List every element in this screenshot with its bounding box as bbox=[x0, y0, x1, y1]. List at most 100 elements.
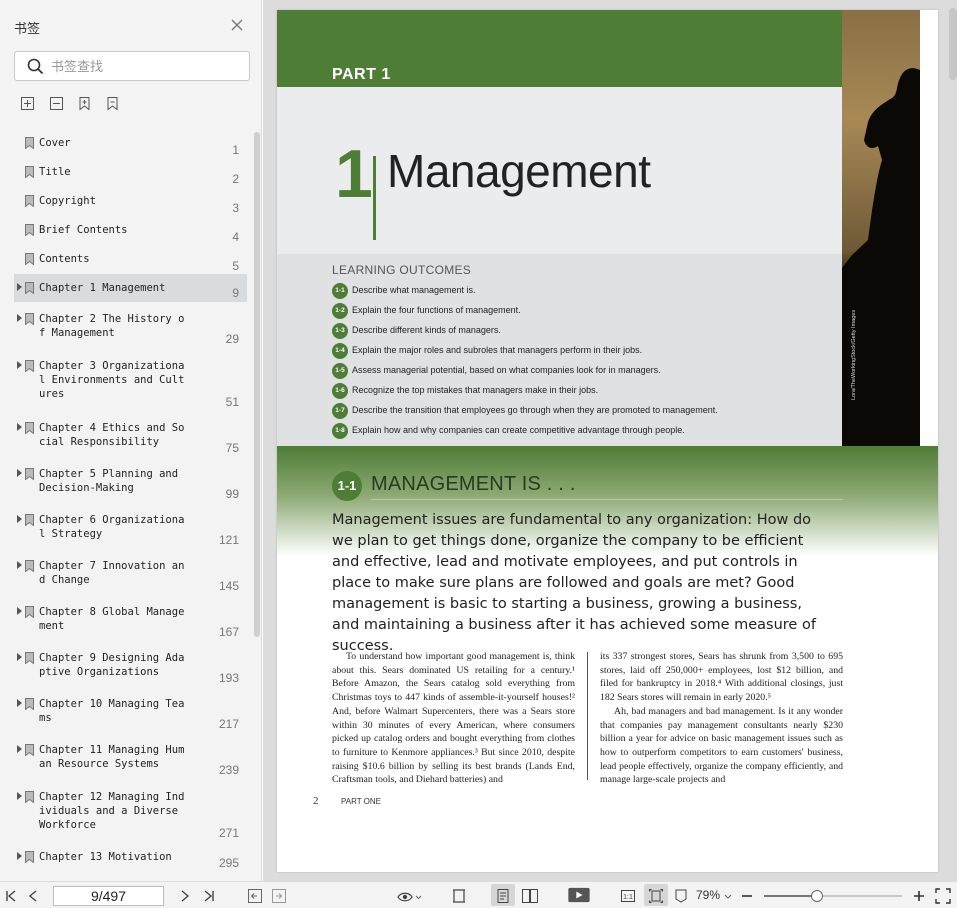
bookmark-item[interactable]: Chapter 7 Innovation and Change 145 bbox=[14, 552, 247, 598]
slideshow-icon[interactable] bbox=[566, 887, 592, 903]
outcome-number-badge: 1-6 bbox=[332, 383, 348, 399]
footer-page-number: 2 bbox=[313, 795, 319, 807]
last-page-icon[interactable] bbox=[203, 888, 215, 904]
part-label: PART 1 bbox=[332, 66, 391, 83]
expand-all-icon[interactable] bbox=[20, 96, 35, 111]
bookmark-item[interactable]: Chapter 5 Planning and Decision-Making 99 bbox=[14, 460, 247, 506]
chapter-title: Management bbox=[387, 145, 651, 197]
actual-size-icon[interactable]: 1:1 bbox=[620, 888, 636, 904]
first-page-icon[interactable] bbox=[5, 888, 17, 904]
svg-text:1:1: 1:1 bbox=[623, 894, 633, 901]
bookmark-item[interactable]: Chapter 3 Organizational Environments an… bbox=[14, 352, 247, 414]
bookmark-item[interactable]: Title 2 bbox=[14, 158, 247, 187]
remove-bookmark-icon[interactable] bbox=[105, 96, 120, 111]
body-paragraph: Ah, bad managers and bad management. Is … bbox=[600, 705, 843, 786]
back-view-icon[interactable] bbox=[247, 888, 263, 904]
outcome-number-badge: 1-4 bbox=[332, 343, 348, 359]
bookmark-item[interactable]: Chapter 13 Motivation 295 bbox=[14, 843, 247, 873]
search-icon bbox=[27, 58, 44, 75]
forward-view-icon[interactable] bbox=[271, 888, 287, 904]
eye-protection-icon[interactable] bbox=[396, 888, 422, 904]
bookmark-item[interactable]: Chapter 1 Management 9 bbox=[14, 274, 247, 302]
zoom-slider-handle[interactable] bbox=[811, 890, 823, 902]
zoom-slider-fill bbox=[764, 895, 814, 897]
expand-arrow-icon[interactable] bbox=[17, 653, 22, 661]
bookmark-label: Chapter 10 Managing Teams bbox=[39, 698, 185, 724]
bookmark-icon bbox=[25, 851, 34, 863]
bookmark-icon bbox=[25, 137, 34, 149]
bookmark-label: Chapter 6 Organizational Strategy bbox=[39, 514, 185, 540]
expand-arrow-icon[interactable] bbox=[17, 314, 22, 322]
collapse-all-icon[interactable] bbox=[49, 96, 64, 111]
expand-arrow-icon[interactable] bbox=[17, 745, 22, 753]
section-rule bbox=[371, 499, 843, 500]
bookmark-page-number: 4 bbox=[232, 230, 239, 244]
expand-arrow-icon[interactable] bbox=[17, 561, 22, 569]
bookmark-item[interactable]: Chapter 12 Managing Individuals and a Di… bbox=[14, 783, 247, 843]
intro-paragraph: Management issues are fundamental to any… bbox=[332, 512, 816, 654]
bookmark-page-number: 1 bbox=[232, 143, 239, 157]
bookmark-icon bbox=[25, 253, 34, 265]
bookmark-item[interactable]: Chapter 8 Global Management 167 bbox=[14, 598, 247, 644]
bookmark-label: Chapter 1 Management bbox=[39, 282, 166, 294]
document-page: PART 1 Lora/TheWorkingStock/Getty Images… bbox=[277, 10, 938, 872]
bookmark-scrollbar[interactable] bbox=[254, 132, 260, 637]
add-bookmark-icon[interactable] bbox=[77, 96, 92, 111]
zoom-out-icon[interactable] bbox=[741, 888, 753, 904]
bookmark-item[interactable]: Chapter 4 Ethics and Social Responsibili… bbox=[14, 414, 247, 460]
chevron-down-icon[interactable] bbox=[724, 888, 732, 904]
bookmark-page-number: 271 bbox=[218, 826, 239, 840]
bookmark-label: Chapter 3 Organizational Environments an… bbox=[39, 360, 185, 400]
status-toolbar: 9/497 1:1 79% bbox=[0, 881, 957, 908]
bookmark-page-number: 239 bbox=[218, 763, 239, 777]
outcome-text: Explain the major roles and subroles tha… bbox=[352, 345, 643, 355]
bookmark-search-box bbox=[14, 51, 250, 81]
section-title: MANAGEMENT IS . . . bbox=[371, 473, 576, 495]
expand-arrow-icon[interactable] bbox=[17, 515, 22, 523]
fit-page-icon[interactable] bbox=[648, 888, 664, 904]
double-page-icon[interactable] bbox=[521, 888, 539, 904]
bookmark-icon bbox=[25, 166, 34, 178]
expand-arrow-icon[interactable] bbox=[17, 852, 22, 860]
bookmark-page-number: 29 bbox=[225, 332, 239, 346]
bookmark-icon bbox=[25, 422, 34, 434]
bookmark-item[interactable]: Chapter 11 Managing Human Resource Syste… bbox=[14, 736, 247, 783]
fullscreen-icon[interactable] bbox=[935, 888, 951, 904]
bookmark-page-number: 99 bbox=[225, 487, 239, 501]
expand-arrow-icon[interactable] bbox=[17, 469, 22, 477]
fit-width-icon[interactable] bbox=[451, 888, 467, 904]
learning-outcomes-heading: LEARNING OUTCOMES bbox=[332, 263, 472, 277]
expand-arrow-icon[interactable] bbox=[17, 283, 22, 291]
bookmark-list: Cover 1 Title 2 Copyright 3 Brief Contents 4 Con… bbox=[14, 129, 248, 881]
zoom-mode-icon[interactable] bbox=[673, 888, 691, 904]
single-page-icon[interactable] bbox=[496, 888, 510, 904]
expand-arrow-icon[interactable] bbox=[17, 699, 22, 707]
page-indicator[interactable]: 9/497 bbox=[53, 886, 164, 906]
bookmark-item[interactable]: Chapter 9 Designing Adaptive Organizatio… bbox=[14, 644, 247, 690]
bookmark-label: Chapter 8 Global Management bbox=[39, 606, 185, 632]
zoom-level[interactable]: 79% bbox=[696, 888, 720, 902]
close-icon[interactable] bbox=[230, 18, 244, 32]
zoom-in-icon[interactable] bbox=[913, 888, 925, 904]
bookmark-page-number: 9 bbox=[232, 286, 239, 300]
bookmark-page-number: 5 bbox=[232, 259, 239, 273]
bookmark-item[interactable]: Copyright 3 bbox=[14, 187, 247, 216]
bookmark-search-input[interactable] bbox=[51, 57, 241, 75]
bookmark-icon bbox=[25, 744, 34, 756]
viewer-scrollbar[interactable] bbox=[949, 8, 957, 80]
bookmark-item[interactable]: Chapter 6 Organizational Strategy 121 bbox=[14, 506, 247, 552]
expand-arrow-icon[interactable] bbox=[17, 361, 22, 369]
expand-arrow-icon[interactable] bbox=[17, 607, 22, 615]
bookmark-item[interactable]: Contents 5 bbox=[14, 245, 247, 274]
bookmark-item[interactable]: Brief Contents 4 bbox=[14, 216, 247, 245]
previous-page-icon[interactable] bbox=[28, 888, 38, 904]
bookmark-item[interactable]: Chapter 2 The History of Management 29 bbox=[14, 305, 247, 352]
bookmark-item[interactable]: Chapter 10 Managing Teams 217 bbox=[14, 690, 247, 736]
bookmark-icon bbox=[25, 282, 34, 294]
next-page-icon[interactable] bbox=[180, 888, 190, 904]
bookmark-item[interactable]: Cover 1 bbox=[14, 129, 247, 158]
bookmark-page-number: 3 bbox=[232, 201, 239, 215]
expand-arrow-icon[interactable] bbox=[17, 423, 22, 431]
expand-arrow-icon[interactable] bbox=[17, 792, 22, 800]
body-paragraph: To understand how important good managem… bbox=[332, 651, 575, 786]
